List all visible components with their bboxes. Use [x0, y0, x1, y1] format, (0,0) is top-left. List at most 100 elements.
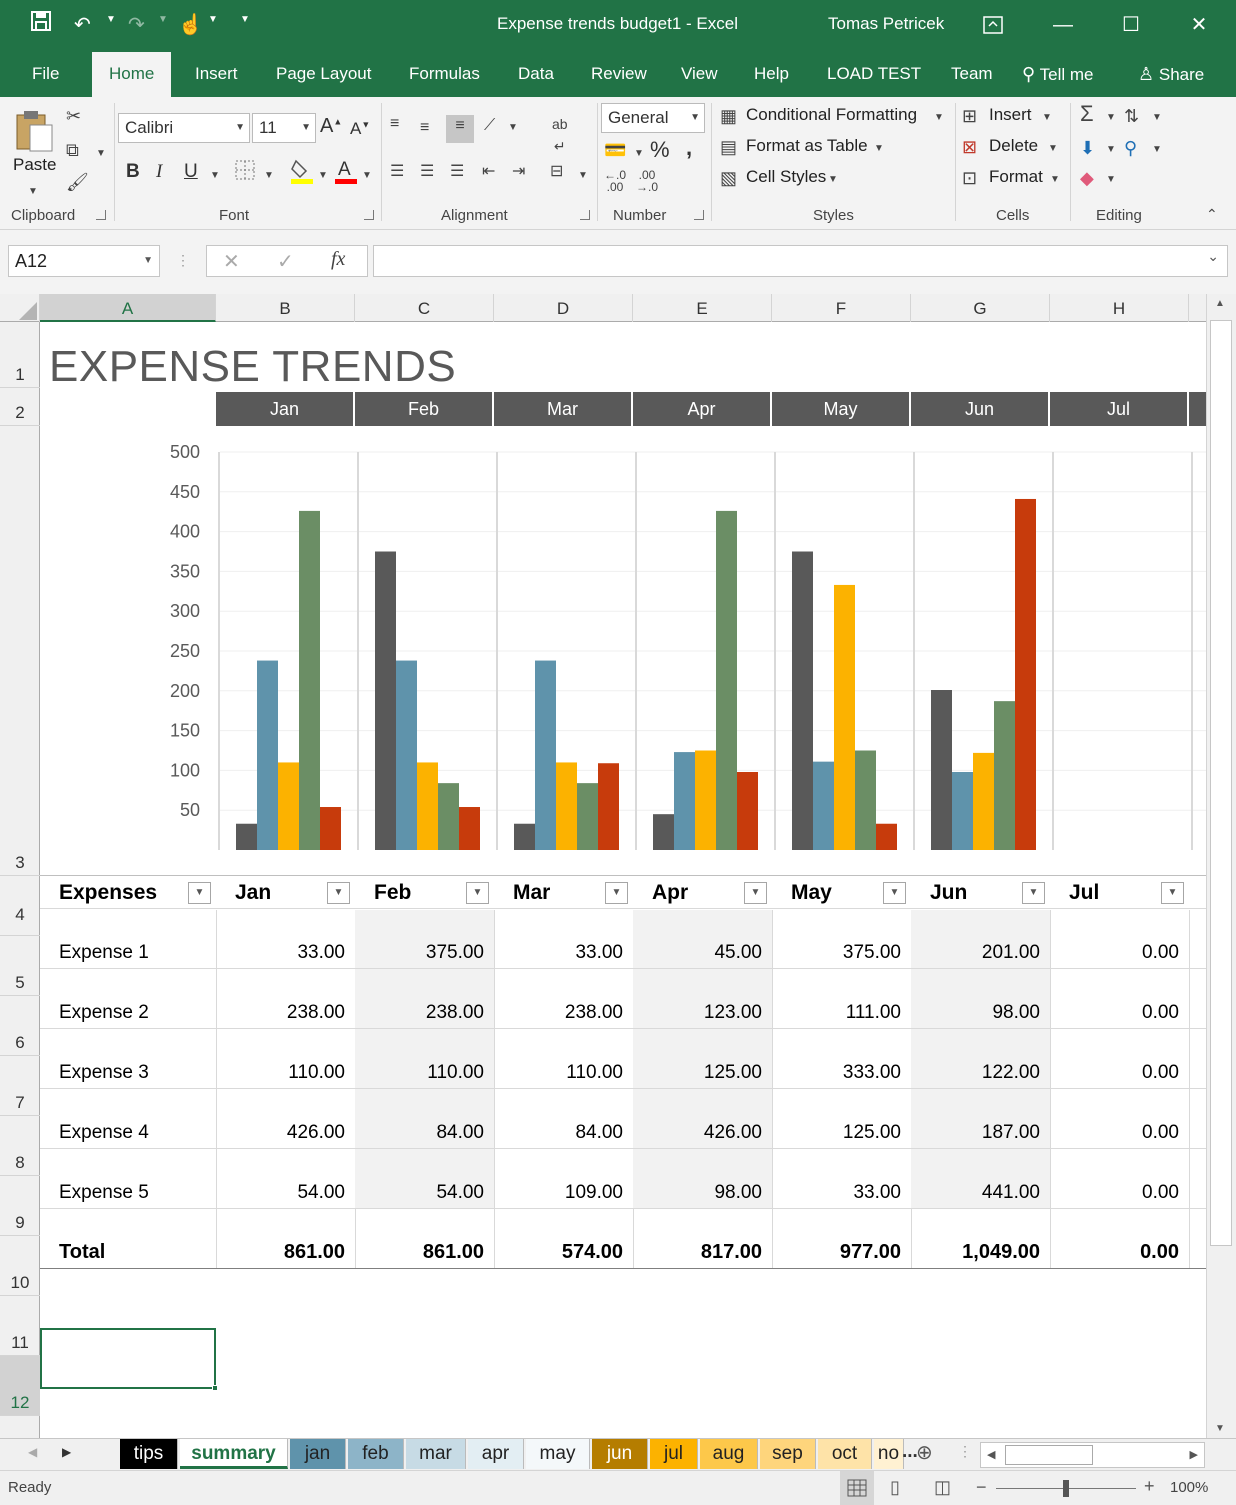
- tab-team[interactable]: Team: [951, 52, 993, 97]
- conditional-dropdown-icon[interactable]: ▼: [934, 107, 944, 129]
- bar-feb-series-4[interactable]: [438, 783, 459, 850]
- borders-icon[interactable]: [234, 159, 256, 186]
- insert-dropdown-icon[interactable]: ▼: [1042, 107, 1052, 129]
- format-painter-icon[interactable]: 🖌: [66, 171, 89, 193]
- total-cell[interactable]: 574.00: [494, 1208, 633, 1268]
- conditional-formatting-button[interactable]: Conditional Formatting: [746, 105, 917, 125]
- table-cell[interactable]: 110.00: [216, 1028, 355, 1088]
- orientation-icon[interactable]: ⟋: [484, 115, 495, 137]
- column-header-e[interactable]: E: [633, 294, 772, 322]
- number-format-select[interactable]: General ▼: [601, 103, 705, 133]
- ribbon-display-icon[interactable]: [970, 8, 1016, 42]
- row-header[interactable]: 9: [0, 1176, 40, 1236]
- format-dropdown-icon[interactable]: ▼: [1050, 169, 1060, 191]
- alignment-launcher-icon[interactable]: [580, 210, 590, 220]
- table-cell[interactable]: 98.00: [911, 968, 1050, 1028]
- sort-filter-icon[interactable]: ⇅: [1124, 105, 1139, 127]
- maximize-icon[interactable]: ☐: [1108, 8, 1154, 42]
- table-cell[interactable]: 109.00: [494, 1148, 633, 1208]
- bar-mar-series-3[interactable]: [556, 762, 577, 850]
- fill-color-icon[interactable]: [290, 157, 314, 190]
- sheet-tab-jul[interactable]: jul: [650, 1439, 698, 1469]
- customize-toolbar-icon[interactable]: ▼: [240, 14, 250, 25]
- selected-cell-a12[interactable]: [40, 1328, 216, 1389]
- scroll-tabs-right-icon[interactable]: ▶: [62, 1445, 71, 1459]
- align-bottom-icon[interactable]: ≡: [446, 115, 474, 143]
- zoom-level[interactable]: 100%: [1170, 1479, 1208, 1496]
- cancel-icon[interactable]: ✕: [223, 249, 240, 274]
- touch-mode-icon[interactable]: ☝: [178, 10, 203, 40]
- table-cell[interactable]: 111.00: [772, 968, 911, 1028]
- table-cell[interactable]: 426.00: [216, 1088, 355, 1148]
- merge-dropdown-icon[interactable]: ▼: [578, 165, 588, 187]
- table-cell[interactable]: 238.00: [494, 968, 633, 1028]
- tab-file[interactable]: File: [32, 52, 59, 97]
- table-cell[interactable]: 110.00: [494, 1028, 633, 1088]
- vertical-scroll-thumb[interactable]: [1210, 320, 1232, 1246]
- table-cell[interactable]: 123.00: [633, 968, 772, 1028]
- font-color-dropdown-icon[interactable]: ▼: [362, 165, 372, 187]
- table-cell[interactable]: 238.00: [355, 968, 494, 1028]
- tab-home[interactable]: Home: [92, 52, 172, 97]
- clipboard-launcher-icon[interactable]: [96, 210, 106, 220]
- font-color-icon[interactable]: A: [334, 157, 358, 190]
- filter-dropdown-icon[interactable]: ▼: [1022, 882, 1045, 904]
- borders-dropdown-icon[interactable]: ▼: [264, 165, 274, 187]
- find-dropdown-icon[interactable]: ▼: [1152, 139, 1162, 161]
- tab-formulas[interactable]: Formulas: [409, 52, 480, 97]
- row-header[interactable]: 10: [0, 1236, 40, 1296]
- select-all-corner[interactable]: [0, 294, 40, 322]
- expense-label[interactable]: Expense 3: [40, 1028, 216, 1088]
- bar-feb-series-5[interactable]: [459, 807, 480, 850]
- save-icon[interactable]: [30, 10, 52, 41]
- tell-me-box[interactable]: ⚲ Tell me: [1022, 52, 1093, 97]
- percent-style-button[interactable]: %: [650, 137, 670, 163]
- filter-dropdown-icon[interactable]: ▼: [605, 882, 628, 904]
- insert-function-button[interactable]: fx: [331, 248, 345, 271]
- autosum-icon[interactable]: Σ: [1080, 103, 1094, 125]
- table-cell[interactable]: 375.00: [772, 908, 911, 968]
- italic-button[interactable]: I: [156, 161, 162, 183]
- align-center-icon[interactable]: ☰: [420, 161, 434, 183]
- format-cells-button[interactable]: Format: [989, 167, 1043, 187]
- decrease-font-icon[interactable]: A▼: [350, 119, 370, 139]
- bar-mar-series-1[interactable]: [514, 823, 535, 850]
- row-header[interactable]: 12: [0, 1356, 40, 1416]
- insert-cells-icon[interactable]: ⊞: [962, 105, 977, 127]
- sheet-tab-may[interactable]: may: [526, 1439, 590, 1469]
- bar-jun-series-3[interactable]: [973, 752, 994, 850]
- bar-jun-series-1[interactable]: [931, 690, 952, 850]
- bar-jan-series-4[interactable]: [299, 510, 320, 850]
- scroll-right-icon[interactable]: ▶: [1190, 1448, 1198, 1461]
- table-cell[interactable]: 33.00: [216, 908, 355, 968]
- delete-cells-button[interactable]: Delete: [989, 136, 1038, 156]
- table-cell[interactable]: 33.00: [772, 1148, 911, 1208]
- table-cell[interactable]: 0.00: [1050, 1148, 1189, 1208]
- table-cell[interactable]: 45.00: [633, 908, 772, 968]
- bar-apr-series-5[interactable]: [737, 771, 758, 850]
- bar-apr-series-3[interactable]: [695, 750, 716, 851]
- row-header[interactable]: 5: [0, 936, 40, 996]
- bar-jun-series-2[interactable]: [952, 771, 973, 850]
- expense-trends-chart[interactable]: 500 450 400 350 300 250 200 150 100 50: [40, 426, 1206, 854]
- close-icon[interactable]: ✕: [1176, 8, 1222, 42]
- total-cell[interactable]: 977.00: [772, 1208, 911, 1268]
- fill-dropdown-icon[interactable]: ▼: [318, 165, 328, 187]
- decrease-decimal-icon[interactable]: .00 →.0: [636, 169, 658, 193]
- column-header-a[interactable]: A: [40, 294, 216, 322]
- scroll-down-icon[interactable]: ▼: [1215, 1423, 1225, 1434]
- increase-decimal-icon[interactable]: ←.0.00: [604, 169, 626, 193]
- vertical-scrollbar[interactable]: ▲ ▼: [1206, 294, 1236, 1438]
- filter-dropdown-icon[interactable]: ▼: [883, 882, 906, 904]
- bar-mar-series-2[interactable]: [535, 660, 556, 850]
- column-header-d[interactable]: D: [494, 294, 633, 322]
- table-cell[interactable]: 441.00: [911, 1148, 1050, 1208]
- font-launcher-icon[interactable]: [364, 210, 374, 220]
- bar-may-series-1[interactable]: [792, 551, 813, 851]
- table-cell[interactable]: 333.00: [772, 1028, 911, 1088]
- page-layout-view-icon[interactable]: ▯: [890, 1477, 900, 1498]
- undo-icon[interactable]: ↶: [74, 10, 91, 40]
- table-cell[interactable]: 98.00: [633, 1148, 772, 1208]
- bar-feb-series-2[interactable]: [396, 660, 417, 850]
- total-cell[interactable]: 1,049.00: [911, 1208, 1050, 1268]
